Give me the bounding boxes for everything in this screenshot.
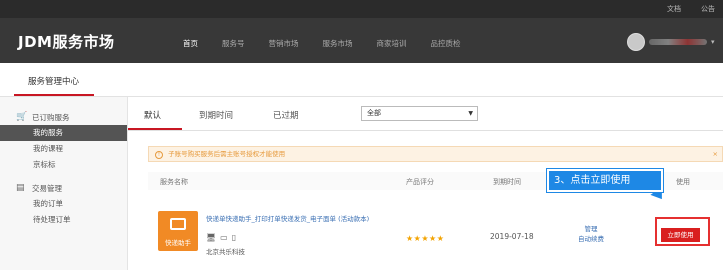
- sidebar: 🛒 已订购服务 我的服务 我的课程 京标标 ▤ 交易管理 我的订单 待处理订单: [0, 97, 128, 270]
- expiry-date: 2019-07-18: [490, 232, 534, 241]
- sidebar-item-my-orders[interactable]: 我的订单: [0, 196, 127, 212]
- nav-service-account[interactable]: 服务号: [222, 38, 245, 49]
- product-icon[interactable]: 快递助手: [158, 211, 198, 251]
- nav-marketing[interactable]: 营销市场: [269, 38, 299, 49]
- chevron-down-icon[interactable]: ▾: [711, 38, 715, 46]
- user-menu[interactable]: ▾: [627, 33, 715, 51]
- notice-text: 子账号购买服务后需主账号授权才能使用: [168, 150, 286, 158]
- notice-banner: ! 子账号购买服务后需主账号授权才能使用 ×: [148, 146, 723, 162]
- tab-expiry[interactable]: 到期时间: [199, 109, 233, 121]
- subheader: 服务管理中心: [0, 63, 723, 97]
- col-expiry: 到期时间: [493, 178, 521, 186]
- product-icon-label: 快递助手: [165, 239, 191, 247]
- cart-icon: 🛒: [16, 111, 28, 122]
- instruction-callout: 3、点击立即使用: [547, 169, 663, 192]
- status-filter-value: 全部: [367, 109, 381, 117]
- sidebar-section-subscribed: 🛒 已订购服务: [0, 109, 127, 125]
- sidebar-section-label: 交易管理: [32, 183, 62, 193]
- nav-quality[interactable]: 品控质检: [431, 38, 461, 49]
- device-icons: 🖥 ▭ ▯: [206, 233, 236, 242]
- phone-icon: ▯: [231, 233, 237, 242]
- seller-name: 北京共乐科技: [206, 248, 245, 256]
- manage-link[interactable]: 管理: [578, 224, 604, 234]
- sidebar-item-my-services[interactable]: 我的服务: [0, 125, 127, 141]
- sidebar-item-jd-label[interactable]: 京标标: [0, 157, 127, 173]
- main-navbar: JDM服务市场 首页 服务号 营销市场 服务市场 商家培训 品控质检 ▾: [0, 18, 723, 63]
- info-icon: !: [155, 151, 163, 159]
- table-row: 快递助手 快递单快递助手_打印打单快递发货_电子面单 (活动款本) 🖥 ▭ ▯ …: [148, 200, 723, 260]
- username-blurred: [649, 39, 707, 45]
- active-tab-underline: [128, 128, 182, 130]
- top-links: 文档 公告: [667, 4, 715, 14]
- col-service-name: 服务名称: [160, 178, 188, 186]
- tab-default[interactable]: 默认: [144, 109, 161, 121]
- nav-home[interactable]: 首页: [183, 38, 198, 49]
- col-use: 使用: [676, 178, 690, 186]
- page-title: 服务管理中心: [28, 77, 80, 87]
- product-name-link[interactable]: 快递单快递助手_打印打单快递发货_电子面单 (活动款本): [206, 215, 394, 224]
- announcement-link[interactable]: 公告: [701, 4, 715, 14]
- docs-link[interactable]: 文档: [667, 4, 681, 14]
- caret-down-icon: ▼: [468, 110, 473, 117]
- notice-close[interactable]: ×: [713, 147, 718, 161]
- rating-stars: ★★★★★: [406, 234, 445, 243]
- tab-bar: 默认 到期时间 已过期 全部 ▼: [128, 97, 723, 131]
- nav-service-market[interactable]: 服务市场: [323, 38, 353, 49]
- nav-training[interactable]: 商家培训: [377, 38, 407, 49]
- sidebar-item-my-courses[interactable]: 我的课程: [0, 141, 127, 157]
- action-links: 管理 自动续费: [578, 224, 604, 244]
- tab-expired[interactable]: 已过期: [273, 109, 299, 121]
- status-filter-select[interactable]: 全部 ▼: [361, 106, 478, 121]
- top-strip: 文档 公告: [0, 0, 723, 18]
- printer-icon: [170, 218, 186, 230]
- sidebar-section-trade: ▤ 交易管理: [0, 180, 127, 196]
- sidebar-item-pending-orders[interactable]: 待处理订单: [0, 212, 127, 228]
- sidebar-section-label: 已订购服务: [32, 112, 70, 122]
- desktop-icon: 🖥: [206, 233, 217, 242]
- site-logo[interactable]: JDM服务市场: [18, 31, 114, 52]
- avatar[interactable]: [627, 33, 645, 51]
- title-underline: [14, 94, 94, 96]
- main-nav: 首页 服务号 营销市场 服务市场 商家培训 品控质检: [183, 38, 485, 49]
- highlight-box: [655, 217, 710, 246]
- monitor-icon: ▭: [220, 233, 228, 242]
- col-rating: 产品评分: [406, 178, 434, 186]
- auto-renew-link[interactable]: 自动续费: [578, 234, 604, 244]
- list-icon: ▤: [16, 182, 25, 193]
